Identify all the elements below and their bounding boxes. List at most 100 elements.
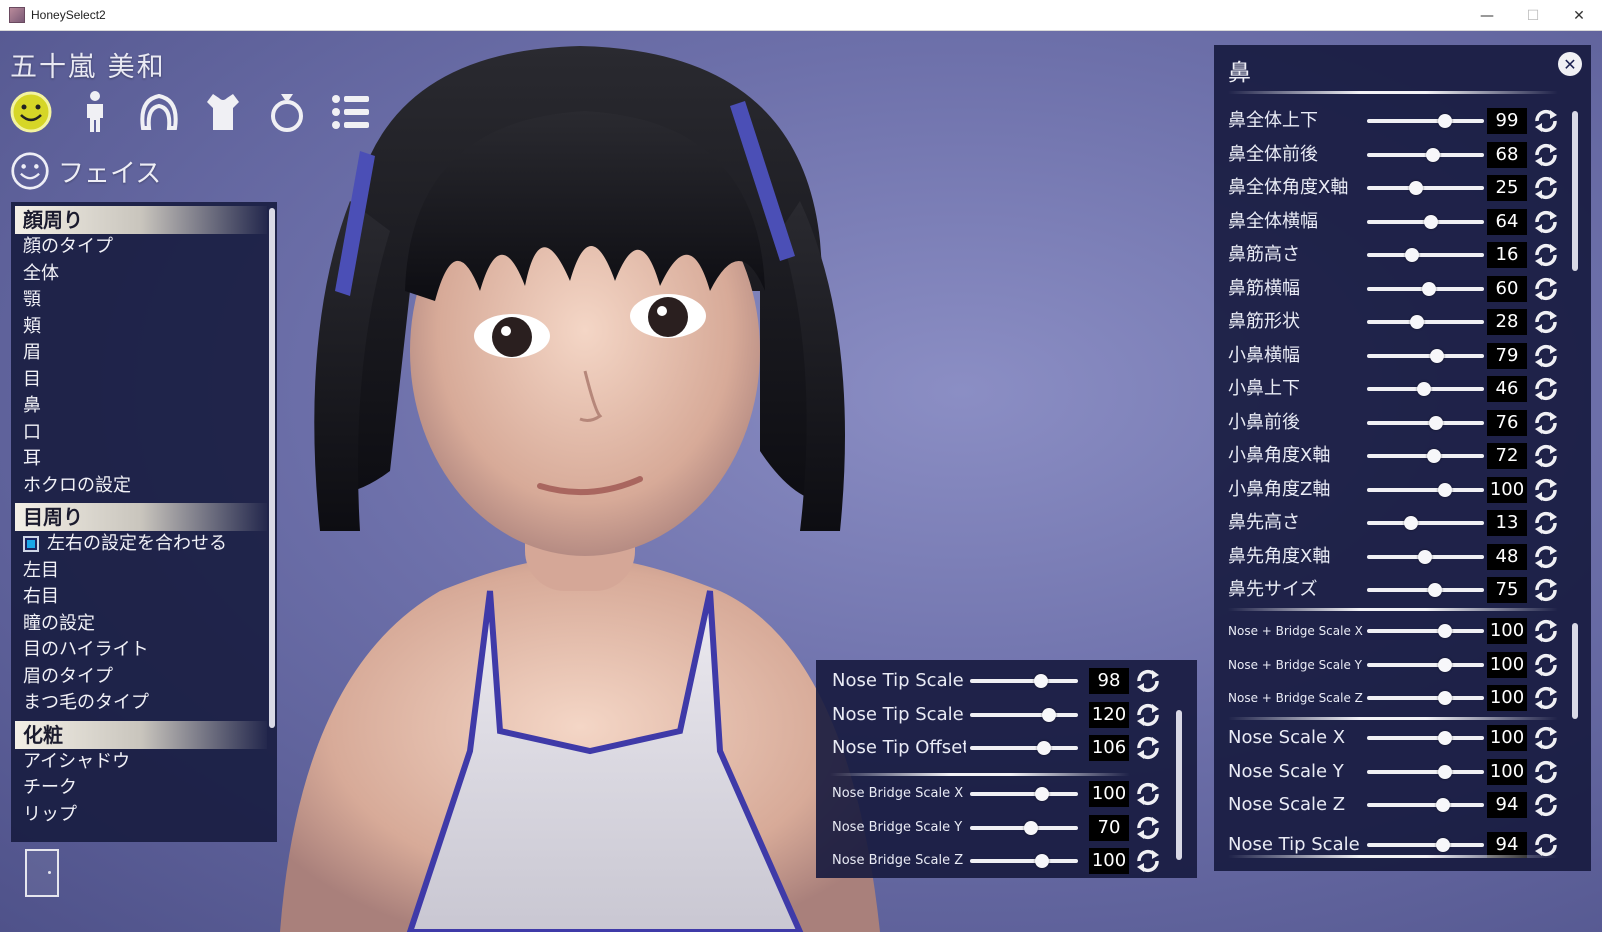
slider-track[interactable] bbox=[1367, 348, 1484, 363]
panel-close-button[interactable]: ✕ bbox=[1558, 52, 1582, 76]
slider-track[interactable] bbox=[1367, 764, 1484, 779]
menu-item[interactable]: 鼻 bbox=[11, 393, 277, 420]
slider-value-input[interactable]: 100 bbox=[1487, 725, 1527, 751]
slider-track[interactable] bbox=[1367, 691, 1484, 705]
reset-icon[interactable] bbox=[1532, 409, 1560, 437]
slider-handle[interactable] bbox=[1437, 657, 1452, 672]
slider-track[interactable] bbox=[1367, 798, 1484, 812]
slider-track[interactable] bbox=[1367, 315, 1484, 329]
slider-value-input[interactable]: 60 bbox=[1487, 275, 1527, 302]
slider-track[interactable] bbox=[970, 854, 1078, 868]
slider-handle[interactable] bbox=[1437, 114, 1452, 128]
menu-item[interactable]: 眉のタイプ bbox=[11, 664, 277, 691]
slider-value-input[interactable]: 94 bbox=[1487, 792, 1527, 818]
slider-track[interactable] bbox=[1367, 147, 1484, 162]
slider-handle[interactable] bbox=[1422, 281, 1437, 296]
reset-icon[interactable] bbox=[1532, 174, 1560, 202]
reset-icon[interactable] bbox=[1532, 651, 1560, 679]
minimize-button[interactable]: — bbox=[1464, 0, 1510, 31]
slider-track[interactable] bbox=[1367, 281, 1484, 296]
slider-track[interactable] bbox=[1367, 114, 1484, 128]
slider-value-input[interactable]: 25 bbox=[1487, 175, 1527, 201]
slider-value-input[interactable]: 48 bbox=[1487, 543, 1527, 570]
menu-item[interactable]: 頬 bbox=[11, 314, 277, 341]
reset-icon[interactable] bbox=[1532, 241, 1560, 269]
slider-track[interactable] bbox=[1367, 731, 1484, 745]
menu-item[interactable]: 耳 bbox=[11, 446, 277, 473]
reset-icon[interactable] bbox=[1532, 476, 1560, 504]
slider-value-input[interactable]: 72 bbox=[1487, 443, 1527, 469]
menu-item[interactable]: 口 bbox=[11, 420, 277, 447]
slider-track[interactable] bbox=[1367, 415, 1484, 430]
slider-track[interactable] bbox=[1367, 549, 1484, 564]
menu-item[interactable]: 顔のタイプ bbox=[11, 234, 277, 261]
slider-handle[interactable] bbox=[1409, 315, 1424, 329]
reset-icon[interactable] bbox=[1532, 208, 1560, 236]
reset-icon[interactable] bbox=[1532, 275, 1560, 303]
slider-handle[interactable] bbox=[1404, 516, 1419, 530]
reset-icon[interactable] bbox=[1134, 734, 1162, 762]
slider-value-input[interactable]: 28 bbox=[1487, 309, 1527, 335]
menu-item[interactable]: 左目 bbox=[11, 558, 277, 585]
menu-item[interactable]: ホクロの設定 bbox=[11, 473, 277, 500]
slider-handle[interactable] bbox=[1437, 482, 1452, 497]
clothes-icon[interactable] bbox=[200, 89, 246, 135]
slider-handle[interactable] bbox=[1417, 549, 1432, 564]
slider-handle[interactable] bbox=[1428, 583, 1443, 597]
reset-icon[interactable] bbox=[1532, 107, 1560, 135]
menu-item[interactable]: まつ毛のタイプ bbox=[11, 690, 277, 717]
hair-icon[interactable] bbox=[136, 89, 182, 135]
menu-item[interactable]: アイシャドウ bbox=[11, 749, 277, 776]
slider-handle[interactable] bbox=[1034, 787, 1049, 801]
slider-track[interactable] bbox=[1367, 181, 1484, 195]
slider-value-input[interactable]: 100 bbox=[1487, 685, 1527, 711]
close-button[interactable]: ✕ bbox=[1556, 0, 1602, 31]
reset-icon[interactable] bbox=[1532, 509, 1560, 537]
menu-item[interactable]: 瞳の設定 bbox=[11, 611, 277, 638]
slider-handle[interactable] bbox=[1428, 415, 1443, 430]
reset-icon[interactable] bbox=[1134, 701, 1162, 729]
slider-track[interactable] bbox=[1367, 583, 1484, 597]
reset-icon[interactable] bbox=[1532, 724, 1560, 752]
exit-door-icon[interactable] bbox=[25, 849, 59, 897]
accessory-icon[interactable] bbox=[264, 89, 310, 135]
reset-icon[interactable] bbox=[1532, 617, 1560, 645]
maximize-button[interactable]: ☐ bbox=[1510, 0, 1556, 31]
slider-value-input[interactable]: 100 bbox=[1487, 476, 1527, 503]
slider-track[interactable] bbox=[970, 674, 1078, 688]
slider-handle[interactable] bbox=[1435, 837, 1450, 852]
slider-value-input[interactable]: 13 bbox=[1487, 510, 1527, 536]
slider-handle[interactable] bbox=[1034, 854, 1049, 868]
slider-value-input[interactable]: 68 bbox=[1487, 141, 1527, 168]
slider-value-input[interactable]: 79 bbox=[1487, 342, 1527, 369]
slider-value-input[interactable]: 100 bbox=[1487, 758, 1527, 785]
slider-value-input[interactable]: 64 bbox=[1487, 208, 1527, 235]
menu-item[interactable]: リップ bbox=[11, 802, 277, 829]
reset-icon[interactable] bbox=[1532, 576, 1560, 604]
slider-handle[interactable] bbox=[1435, 798, 1450, 812]
slider-value-input[interactable]: 120 bbox=[1089, 701, 1129, 728]
slider-handle[interactable] bbox=[1427, 449, 1442, 463]
slider-track[interactable] bbox=[1367, 516, 1484, 530]
slider-track[interactable] bbox=[1367, 624, 1484, 638]
slider-track[interactable] bbox=[1367, 248, 1484, 262]
menu-item[interactable]: 目 bbox=[11, 367, 277, 394]
sync-left-right-checkbox[interactable]: 左右の設定を合わせる bbox=[11, 531, 277, 558]
menu-item[interactable]: チーク bbox=[11, 775, 277, 802]
slider-track[interactable] bbox=[970, 820, 1078, 835]
slider-track[interactable] bbox=[1367, 214, 1484, 229]
list-icon[interactable] bbox=[328, 89, 374, 135]
slider-value-input[interactable]: 100 bbox=[1089, 848, 1129, 874]
slider-handle[interactable] bbox=[1037, 741, 1052, 755]
menu-item[interactable]: 顎 bbox=[11, 287, 277, 314]
slider-value-input[interactable]: 100 bbox=[1487, 618, 1527, 644]
slider-handle[interactable] bbox=[1416, 382, 1431, 396]
slider-track[interactable] bbox=[1367, 449, 1484, 463]
slider-value-input[interactable]: 99 bbox=[1487, 108, 1527, 134]
slider-track[interactable] bbox=[970, 707, 1078, 722]
slider-value-input[interactable]: 100 bbox=[1487, 651, 1527, 678]
menu-item[interactable]: 目のハイライト bbox=[11, 637, 277, 664]
slider-value-input[interactable]: 106 bbox=[1089, 735, 1129, 761]
character-viewport[interactable]: 五十嵐 美和 フェイス 顔周り 顔のタイプ 全体顎頬眉目鼻口耳ホクロの設定 目周り bbox=[0, 31, 1602, 932]
slider-track[interactable] bbox=[970, 787, 1078, 801]
